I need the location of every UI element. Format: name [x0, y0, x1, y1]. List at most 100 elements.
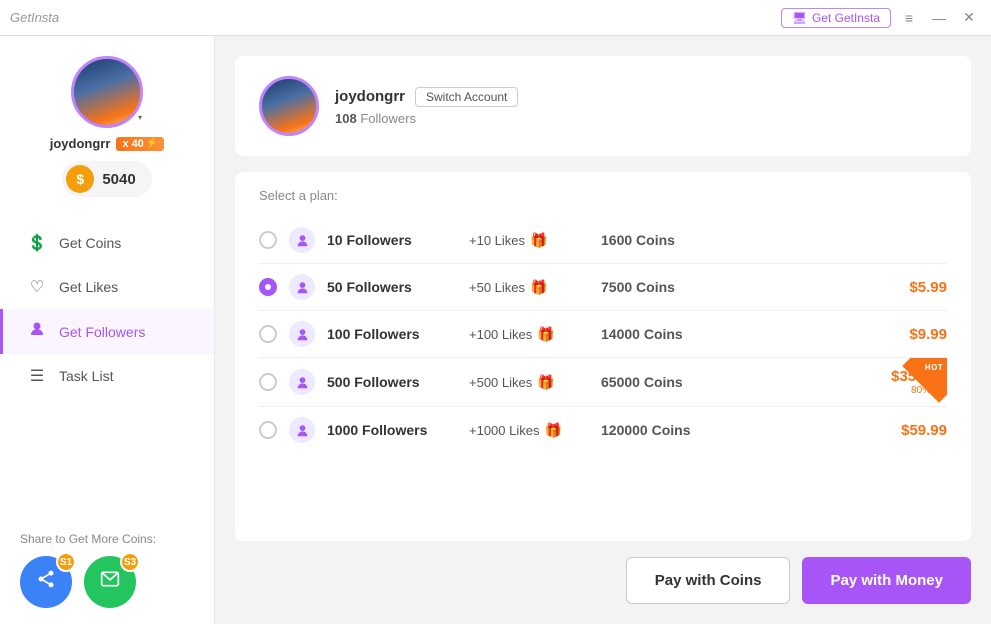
plan-person-icon-500 [289, 369, 315, 395]
titlebar-right: 🖥 Get GetInsta ≡ — ✕ [781, 6, 981, 30]
gift-icon-50: 🎁 [530, 279, 547, 296]
share-social-icon [36, 569, 56, 595]
plan-row-100: 100 Followers +100 Likes 🎁 14000 Coins $… [259, 311, 947, 358]
sidebar-item-get-coins[interactable]: 💲 Get Coins [0, 221, 214, 265]
avatar-wrapper: ▾ [71, 56, 143, 128]
plan-coins-100: 14000 Coins [601, 326, 865, 342]
plan-likes-text-10: +10 Likes [469, 233, 525, 248]
followers-label: Followers [360, 111, 416, 126]
plan-coins-10: 1600 Coins [601, 232, 865, 248]
plan-radio-500[interactable] [259, 373, 277, 391]
close-button[interactable]: ✕ [957, 6, 981, 30]
plan-coins-50: 7500 Coins [601, 279, 865, 295]
person-icon [27, 321, 47, 342]
hot-badge-container: HOT [899, 358, 947, 406]
chevron-down-icon[interactable]: ▾ [133, 110, 147, 124]
share-social-button[interactable]: S1 [20, 556, 72, 608]
plan-name-1000: 1000 Followers [327, 422, 457, 438]
plan-likes-50: +50 Likes 🎁 [469, 279, 589, 296]
username-row: joydongrr x 40 ⚡ [50, 136, 165, 151]
followers-count: 108 [335, 111, 357, 126]
coins-bar: $ 5040 [62, 161, 151, 197]
nav-label-get-coins: Get Coins [59, 235, 121, 251]
heart-icon: ♡ [27, 277, 47, 297]
avatar-image [74, 59, 140, 125]
gift-icon-1000: 🎁 [544, 422, 561, 439]
coins-nav-icon: 💲 [27, 233, 47, 253]
profile-info: joydongrr Switch Account 108 Followers [335, 87, 947, 126]
titlebar-left: GetInsta [10, 10, 59, 25]
plan-likes-10: +10 Likes 🎁 [469, 232, 589, 249]
plan-row-1000: 1000 Followers +1000 Likes 🎁 120000 Coin… [259, 407, 947, 453]
gift-icon-100: 🎁 [537, 326, 554, 343]
content-area: joydongrr Switch Account 108 Followers S… [215, 36, 991, 624]
list-icon: ☰ [27, 366, 47, 386]
plan-person-icon-100 [289, 321, 315, 347]
coin-icon: $ [66, 165, 94, 193]
coins-value: 5040 [102, 171, 135, 188]
plan-likes-text-50: +50 Likes [469, 280, 525, 295]
sidebar-item-get-likes[interactable]: ♡ Get Likes [0, 265, 214, 309]
share-label: Share to Get More Coins: [20, 532, 194, 546]
plan-likes-1000: +1000 Likes 🎁 [469, 422, 589, 439]
profile-username: joydongrr [335, 88, 405, 105]
plan-radio-100[interactable] [259, 325, 277, 343]
plan-radio-50[interactable] [259, 278, 277, 296]
plan-row-500: 500 Followers +500 Likes 🎁 65000 Coins $… [259, 358, 947, 407]
plan-person-icon-50 [289, 274, 315, 300]
switch-account-button[interactable]: Switch Account [415, 87, 518, 107]
multiplier-badge: x 40 ⚡ [116, 137, 164, 151]
envelope-icon [100, 569, 120, 595]
plan-price-50: $5.99 [877, 279, 947, 296]
plan-likes-500: +500 Likes 🎁 [469, 374, 589, 391]
profile-card: joydongrr Switch Account 108 Followers [235, 56, 971, 156]
lightning-icon: ⚡ [146, 138, 158, 149]
gift-icon-500: 🎁 [537, 374, 554, 391]
username-label: joydongrr [50, 136, 111, 151]
plan-likes-100: +100 Likes 🎁 [469, 326, 589, 343]
titlebar: GetInsta 🖥 Get GetInsta ≡ — ✕ [0, 0, 991, 36]
share-social-badge: S1 [56, 552, 76, 572]
profile-followers: 108 Followers [335, 111, 947, 126]
nav-label-task-list: Task List [59, 368, 113, 384]
plan-row-10: 10 Followers +10 Likes 🎁 1600 Coins [259, 217, 947, 264]
app-title: GetInsta [10, 10, 59, 25]
plan-row-50: 50 Followers +50 Likes 🎁 7500 Coins $5.9… [259, 264, 947, 311]
multiplier-value: x 40 [122, 138, 143, 150]
plan-name-100: 100 Followers [327, 326, 457, 342]
sidebar-item-task-list[interactable]: ☰ Task List [0, 354, 214, 398]
plan-price-100: $9.99 [877, 326, 947, 343]
nav-label-get-likes: Get Likes [59, 279, 118, 295]
plan-coins-1000: 120000 Coins [601, 422, 865, 438]
get-getinsta-button[interactable]: 🖥 Get GetInsta [781, 8, 891, 28]
plan-name-10: 10 Followers [327, 232, 457, 248]
plan-person-icon-1000 [289, 417, 315, 443]
plan-radio-10[interactable] [259, 231, 277, 249]
plans-card: Select a plan: 10 Followers +10 Likes 🎁 … [235, 172, 971, 541]
share-mail-button[interactable]: S3 [84, 556, 136, 608]
profile-avatar [259, 76, 319, 136]
share-mail-badge: S3 [120, 552, 140, 572]
plans-title: Select a plan: [259, 188, 947, 203]
hot-badge-text: HOT [924, 364, 944, 373]
hamburger-menu-button[interactable]: ≡ [897, 6, 921, 30]
get-getinsta-label: Get GetInsta [812, 11, 880, 25]
plan-name-500: 500 Followers [327, 374, 457, 390]
plan-likes-text-100: +100 Likes [469, 327, 532, 342]
pay-with-money-button[interactable]: Pay with Money [802, 557, 971, 604]
plan-likes-text-500: +500 Likes [469, 375, 532, 390]
plan-likes-text-1000: +1000 Likes [469, 423, 539, 438]
plan-radio-1000[interactable] [259, 421, 277, 439]
profile-name-row: joydongrr Switch Account [335, 87, 947, 107]
sidebar-item-get-followers[interactable]: Get Followers [0, 309, 214, 354]
plan-name-50: 50 Followers [327, 279, 457, 295]
minimize-button[interactable]: — [927, 6, 951, 30]
sidebar: ▾ joydongrr x 40 ⚡ $ 5040 💲 Get Coins ♡ … [0, 36, 215, 624]
monitor-icon: 🖥 [792, 11, 807, 25]
share-section: Share to Get More Coins: S1 [0, 516, 214, 624]
plan-price-1000: $59.99 [877, 422, 947, 439]
pay-with-coins-button[interactable]: Pay with Coins [626, 557, 791, 604]
main-layout: ▾ joydongrr x 40 ⚡ $ 5040 💲 Get Coins ♡ … [0, 36, 991, 624]
bottom-actions: Pay with Coins Pay with Money [235, 541, 971, 604]
gift-icon-10: 🎁 [530, 232, 547, 249]
